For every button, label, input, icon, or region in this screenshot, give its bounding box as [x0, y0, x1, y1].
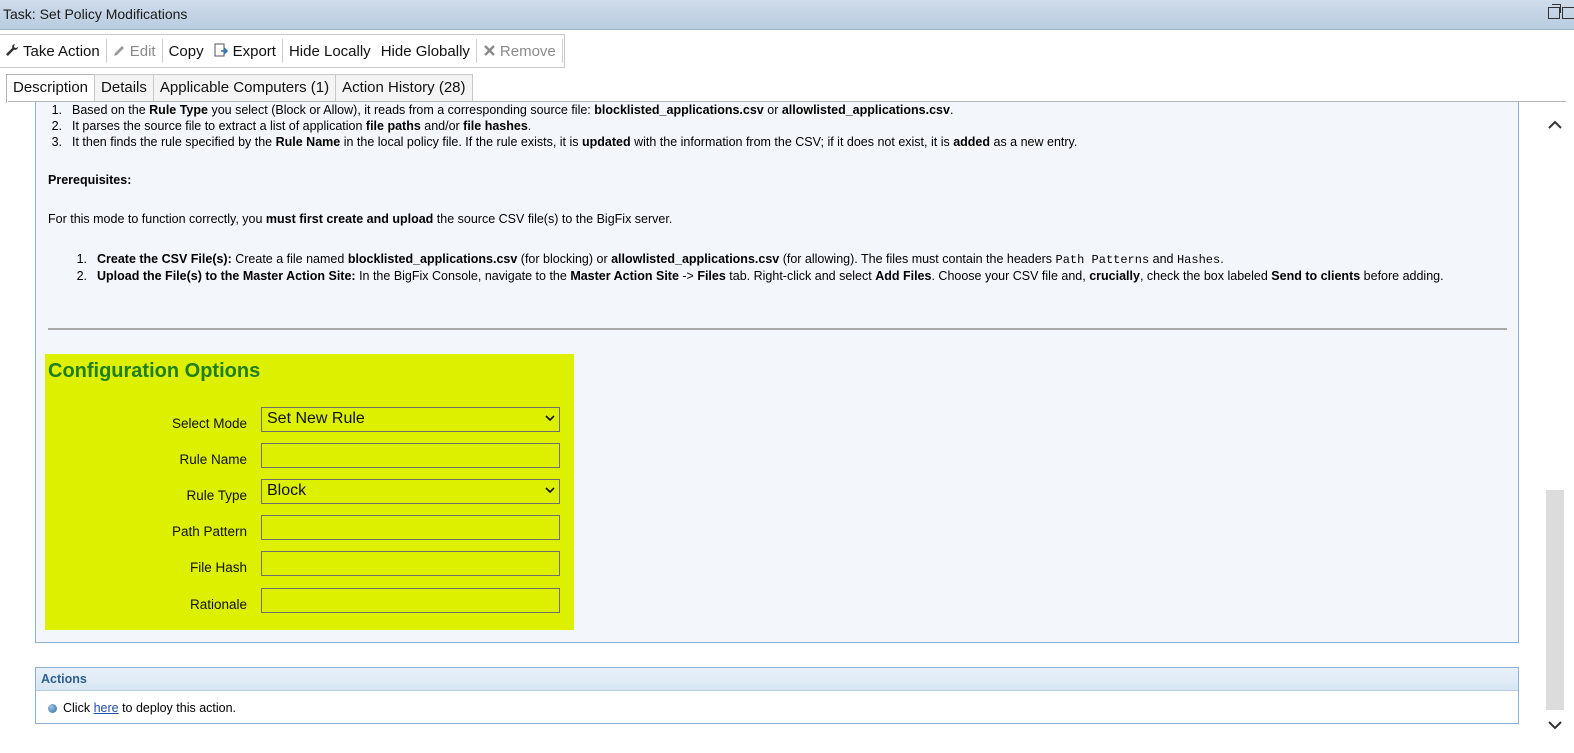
content-area: 1. Based on the Rule Type you select (Bl…: [8, 101, 1566, 753]
actions-panel: Actions Click here to deploy this action…: [35, 667, 1519, 724]
scroll-up-arrow-icon[interactable]: [1546, 116, 1564, 134]
take-action-button[interactable]: Take Action: [0, 36, 105, 66]
export-label: Export: [232, 42, 276, 60]
toolbar: Take Action Edit Copy Export Hide Locall…: [0, 34, 565, 68]
list-item: 2. It parses the source file to extract …: [51, 119, 532, 133]
file-hash-input[interactable]: [261, 551, 560, 576]
take-action-label: Take Action: [23, 42, 100, 60]
toolbar-separator: [561, 39, 563, 63]
rule-name-input[interactable]: [261, 443, 560, 468]
file-hash-label: File Hash: [189, 560, 247, 575]
rule-type-dropdown[interactable]: Block: [261, 479, 560, 504]
divider: [48, 328, 1507, 330]
hide-globally-label: Hide Globally: [380, 42, 470, 60]
chevron-down-icon: [545, 415, 555, 422]
copy-button[interactable]: Copy: [164, 36, 209, 66]
tab-bar: Description Details Applicable Computers…: [6, 74, 473, 103]
select-mode-value: Set New Rule: [267, 410, 365, 427]
prerequisites-text: For this mode to function correctly, you…: [48, 212, 673, 226]
list-item: 3. It then finds the rule specified by t…: [51, 135, 1078, 149]
scroll-down-arrow-icon[interactable]: [1546, 716, 1564, 734]
rationale-label: Rationale: [189, 597, 247, 612]
prerequisites-heading: Prerequisites:: [48, 173, 132, 187]
toolbar-separator: [105, 39, 107, 63]
hide-locally-button[interactable]: Hide Locally: [284, 36, 376, 66]
tab-applicable-computers[interactable]: Applicable Computers (1): [152, 74, 337, 102]
undock-icon[interactable]: [1548, 4, 1561, 19]
hide-locally-label: Hide Locally: [288, 42, 371, 60]
toolbar-separator: [281, 39, 283, 63]
list-item: 2. Upload the File(s) to the Master Acti…: [76, 269, 1444, 283]
wrench-icon: [5, 43, 19, 59]
toolbar-separator: [161, 39, 163, 63]
export-icon: [214, 43, 229, 60]
rule-name-label: Rule Name: [179, 452, 247, 467]
remove-label: Remove: [499, 42, 556, 60]
pencil-icon: [113, 44, 126, 59]
hide-globally-button[interactable]: Hide Globally: [376, 36, 475, 66]
rule-type-value: Block: [267, 482, 307, 499]
close-x-icon: [483, 44, 496, 59]
copy-label: Copy: [168, 42, 204, 60]
chevron-down-icon: [545, 487, 555, 494]
select-mode-label: Select Mode: [171, 416, 247, 431]
rule-type-label: Rule Type: [186, 488, 247, 503]
window-controls: [1548, 4, 1574, 19]
toolbar-separator: [475, 39, 477, 63]
list-item: 1. Create the CSV File(s): Create a file…: [76, 252, 1224, 267]
export-button[interactable]: Export: [209, 36, 281, 66]
deploy-action-link[interactable]: here: [94, 701, 119, 715]
maximize-icon[interactable]: [1562, 7, 1574, 19]
tab-action-history[interactable]: Action History (28): [335, 74, 473, 102]
action-row: Click here to deploy this action.: [48, 701, 236, 715]
remove-button[interactable]: Remove: [478, 36, 561, 66]
configuration-options-panel: Configuration Options Select Mode Set Ne…: [45, 354, 574, 630]
edit-button[interactable]: Edit: [108, 36, 161, 66]
path-pattern-input[interactable]: [261, 515, 560, 540]
configuration-heading: Configuration Options: [48, 360, 261, 382]
window-title-bar: Task: Set Policy Modifications: [0, 0, 1574, 30]
tab-description[interactable]: Description: [6, 74, 96, 103]
window-title: Task: Set Policy Modifications: [3, 6, 188, 22]
select-mode-dropdown[interactable]: Set New Rule: [261, 407, 560, 432]
scrollbar-thumb[interactable]: [1546, 490, 1564, 710]
rationale-input[interactable]: [261, 588, 560, 613]
tab-details[interactable]: Details: [94, 74, 154, 102]
vertical-scrollbar[interactable]: [1544, 102, 1566, 753]
edit-label: Edit: [129, 42, 156, 60]
description-panel: 1. Based on the Rule Type you select (Bl…: [35, 102, 1519, 643]
path-pattern-label: Path Pattern: [171, 524, 247, 539]
bullet-icon: [48, 703, 57, 713]
actions-header: Actions: [36, 668, 1518, 691]
list-item: 1. Based on the Rule Type you select (Bl…: [51, 103, 954, 117]
